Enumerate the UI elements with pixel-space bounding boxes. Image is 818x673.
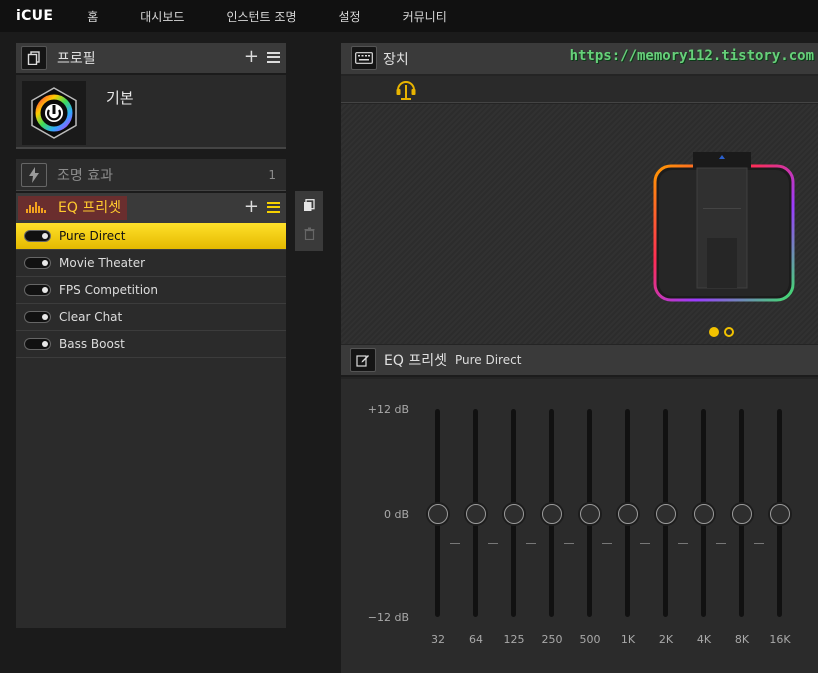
device-tab-strip (341, 76, 818, 103)
top-nav-bar: iCUE 홈 대시보드 인스턴트 조명 설정 커뮤니티 (0, 0, 818, 32)
nav-home[interactable]: 홈 (87, 8, 98, 25)
profile-header: 프로필 + (16, 43, 286, 73)
eq-band-16k: 16K (761, 409, 799, 659)
preset-label: Clear Chat (59, 310, 123, 324)
page-dot-1[interactable] (709, 327, 719, 337)
profile-image (22, 81, 86, 145)
preset-label: Movie Theater (59, 256, 146, 270)
copy-icon[interactable] (295, 191, 323, 219)
eq-band-knob[interactable] (428, 504, 448, 524)
lighting-effects-section[interactable]: 조명 효과 1 (16, 159, 286, 191)
add-profile-icon[interactable]: + (244, 48, 259, 66)
add-eq-preset-icon[interactable]: + (244, 198, 259, 216)
eq-band-2k: 2K (647, 409, 688, 659)
eq-editor-title: EQ 프리셋 (384, 353, 447, 369)
nav-dashboard[interactable]: 대시보드 (140, 8, 184, 25)
preset-item-fps-competition[interactable]: FPS Competition (16, 277, 286, 304)
eq-band-knob[interactable] (770, 504, 790, 524)
eq-band-125: 125 (495, 409, 536, 659)
eq-preset-menu-icon[interactable] (267, 201, 280, 213)
eq-band-8k: 8K (723, 409, 764, 659)
eq-editor-header: EQ 프리셋 Pure Direct (341, 345, 818, 377)
app-logo[interactable]: iCUE (16, 8, 53, 24)
preset-toggle[interactable] (24, 338, 51, 350)
nav-instant-lighting[interactable]: 인스턴트 조명 (226, 8, 296, 25)
profile-menu-icon[interactable] (267, 51, 280, 63)
lighting-effects-count: 1 (268, 167, 276, 182)
eq-band-knob[interactable] (656, 504, 676, 524)
eq-band-knob[interactable] (504, 504, 524, 524)
edit-icon[interactable] (350, 348, 376, 372)
devices-header-title: 장치 (383, 52, 409, 68)
eq-band-knob[interactable] (618, 504, 638, 524)
db-label-mid: 0 dB (383, 508, 409, 521)
eq-presets-header: EQ 프리셋 + (16, 193, 286, 223)
preset-item-clear-chat[interactable]: Clear Chat (16, 304, 286, 331)
eq-band-4k: 4K (685, 409, 726, 659)
device-page-indicator (709, 327, 734, 337)
eq-band-freq-label: 16K (769, 633, 791, 646)
watermark-url: https://memory112.tistory.com (569, 48, 814, 64)
profile-header-title: 프로필 (57, 51, 96, 67)
eq-band-64: 64 (457, 409, 498, 659)
device-panel: 장치 https://memory112.tistory.com EQ 프리셋 … (341, 43, 818, 673)
eq-editor-preset-name: Pure Direct (454, 353, 522, 367)
eq-band-500: 500 (571, 409, 612, 659)
eq-band-250: 250 (533, 409, 574, 659)
devices-header: 장치 https://memory112.tistory.com (341, 43, 818, 74)
headset-stand-image[interactable] (647, 148, 807, 308)
preset-item-bass-boost[interactable]: Bass Boost (16, 331, 286, 358)
equalizer-icon (26, 201, 46, 213)
eq-preset-list: Pure Direct Movie Theater FPS Competitio… (16, 223, 286, 628)
eq-band-32: 32 (419, 409, 460, 659)
keyboard-icon (351, 46, 377, 70)
eq-band-knob[interactable] (732, 504, 752, 524)
preset-toggle[interactable] (24, 257, 51, 269)
trash-icon[interactable] (295, 219, 323, 247)
eq-band-knob[interactable] (542, 504, 562, 524)
eq-band-1k: 1K (609, 409, 650, 659)
preset-label: Pure Direct (59, 229, 126, 243)
eq-graph: +12 dB 0 dB −12 dB 32 64 125 250 500 1K 2K 4K 8K… (341, 379, 818, 673)
db-label-bottom: −12 dB (367, 611, 409, 624)
preset-item-movie-theater[interactable]: Movie Theater (16, 250, 286, 277)
eq-band-knob[interactable] (694, 504, 714, 524)
headset-stand-device-icon[interactable] (395, 79, 417, 105)
preset-label: Bass Boost (59, 337, 125, 351)
preset-toggle[interactable] (24, 311, 51, 323)
db-label-top: +12 dB (367, 403, 409, 416)
preset-label: FPS Competition (59, 283, 159, 297)
preset-item-pure-direct[interactable]: Pure Direct (16, 223, 286, 250)
lighting-effects-label: 조명 효과 (57, 167, 113, 184)
preset-side-tools (295, 191, 323, 251)
lightning-icon (21, 162, 47, 187)
profile-card[interactable]: 기본 (16, 75, 286, 149)
icue-profile-icon (31, 87, 77, 139)
page-dot-2[interactable] (724, 327, 734, 337)
preset-toggle[interactable] (24, 284, 51, 296)
preset-toggle[interactable] (24, 230, 51, 242)
nav-community[interactable]: 커뮤니티 (403, 8, 447, 25)
profiles-icon (21, 46, 47, 70)
profile-name: 기본 (106, 89, 134, 107)
eq-band-knob[interactable] (466, 504, 486, 524)
nav-settings[interactable]: 설정 (339, 8, 361, 25)
device-preview-stage (341, 104, 818, 344)
eq-band-knob[interactable] (580, 504, 600, 524)
